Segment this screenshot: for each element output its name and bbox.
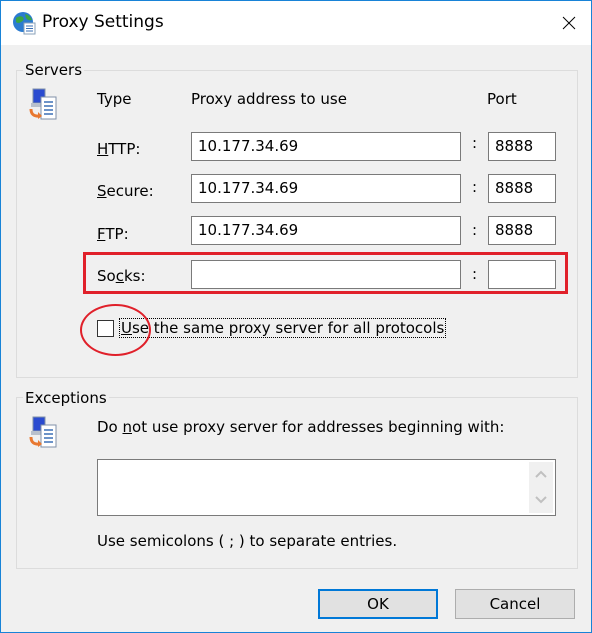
- ftp-address-input[interactable]: 10.177.34.69: [191, 216, 461, 245]
- title-bar: Proxy Settings: [1, 1, 591, 45]
- scroll-up-icon[interactable]: [535, 470, 547, 478]
- globe-settings-icon: [13, 12, 36, 35]
- ftp-colon: :: [472, 221, 478, 239]
- close-button[interactable]: [546, 1, 591, 45]
- port-column-header: Port: [487, 90, 517, 108]
- secure-colon: :: [472, 178, 478, 196]
- exceptions-textarea[interactable]: [97, 459, 556, 516]
- same-proxy-label[interactable]: Use the same proxy server for all protoc…: [118, 318, 447, 338]
- ftp-port-input[interactable]: 8888: [488, 216, 556, 245]
- address-column-header: Proxy address to use: [191, 90, 347, 108]
- servers-group-label: Servers: [23, 61, 85, 79]
- window-title: Proxy Settings: [42, 12, 164, 32]
- http-label: HTTP:: [97, 140, 141, 158]
- network-computer-icon: [29, 88, 57, 120]
- http-colon: :: [472, 134, 478, 152]
- close-icon: [562, 16, 575, 30]
- proxy-settings-dialog: Proxy Settings Servers Type Proxy addres…: [0, 0, 592, 633]
- checkbox-highlight-annotation: [80, 304, 151, 356]
- secure-port-input[interactable]: 8888: [488, 174, 556, 203]
- exceptions-scrollbar[interactable]: [529, 462, 553, 513]
- secure-address-input[interactable]: 10.177.34.69: [191, 174, 461, 203]
- http-address-input[interactable]: 10.177.34.69: [191, 132, 461, 161]
- type-column-header: Type: [97, 90, 132, 108]
- exceptions-hint: Use semicolons ( ; ) to separate entries…: [97, 532, 398, 550]
- scroll-down-icon[interactable]: [535, 496, 547, 504]
- http-port-input[interactable]: 8888: [488, 132, 556, 161]
- secure-label: Secure:: [97, 182, 154, 200]
- exceptions-description: Do not use proxy server for addresses be…: [97, 418, 505, 436]
- ftp-label: FTP:: [97, 225, 129, 243]
- network-computer-icon: [29, 416, 57, 448]
- socks-highlight-annotation: [83, 252, 568, 294]
- ok-button[interactable]: OK: [318, 589, 438, 619]
- cancel-button[interactable]: Cancel: [455, 589, 575, 619]
- exceptions-group-label: Exceptions: [23, 389, 109, 407]
